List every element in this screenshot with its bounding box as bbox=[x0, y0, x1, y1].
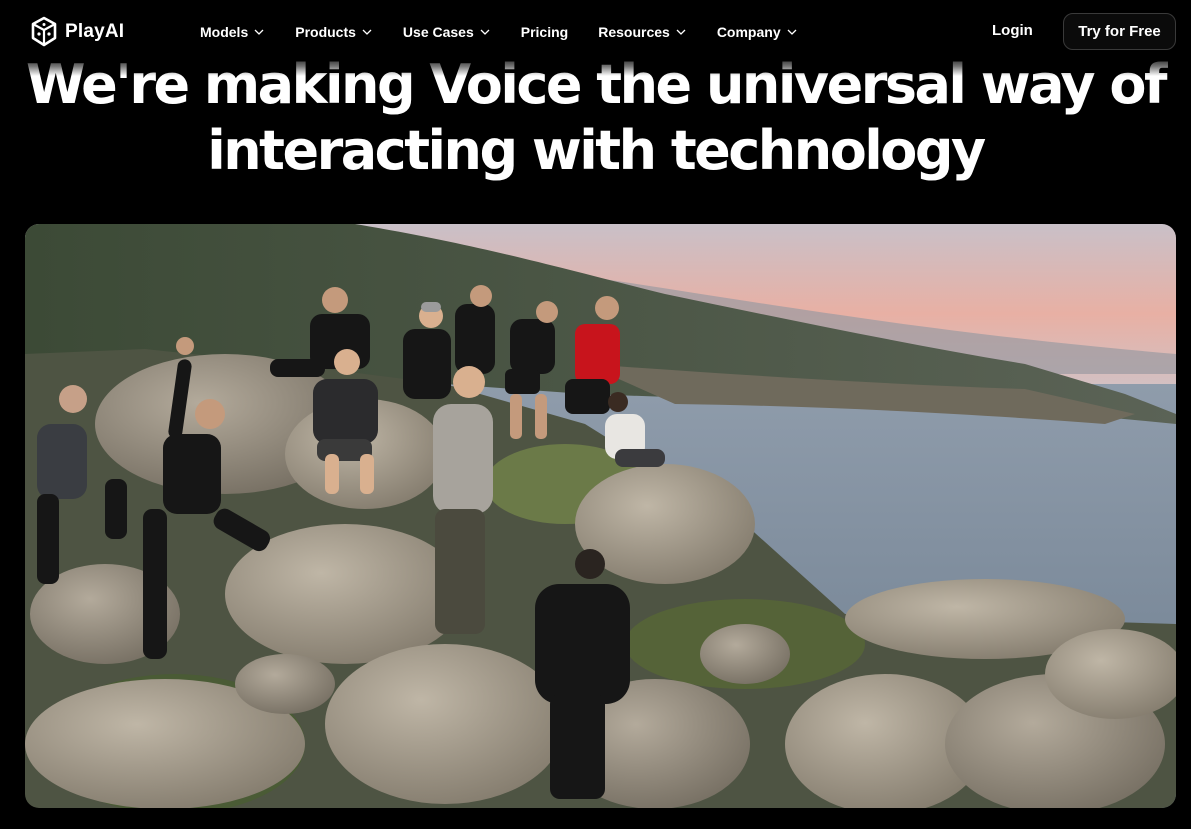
team-photo bbox=[25, 224, 1176, 808]
nav-item-label: Use Cases bbox=[402, 24, 474, 40]
nav-item-label: Pricing bbox=[520, 24, 569, 40]
team-photo-illustration bbox=[25, 224, 1176, 808]
brand-logo[interactable]: PlayAI bbox=[30, 16, 124, 48]
hero-section: We're making Voice the universal way of … bbox=[0, 54, 1191, 190]
nav-item-label: Resources bbox=[598, 24, 670, 40]
nav-item-pricing[interactable]: Pricing bbox=[521, 24, 568, 40]
heading-scroll-fade bbox=[0, 54, 1191, 76]
nav-item-use-cases[interactable]: Use Cases bbox=[403, 24, 491, 40]
try-for-free-button[interactable]: Try for Free bbox=[1063, 13, 1176, 50]
nav-item-label: Models bbox=[200, 24, 249, 40]
chevron-down-icon bbox=[676, 29, 686, 35]
chevron-down-icon bbox=[480, 29, 490, 35]
chevron-down-icon bbox=[787, 29, 797, 35]
nav-item-resources[interactable]: Resources bbox=[598, 24, 687, 40]
brand-name: PlayAI bbox=[65, 21, 125, 42]
login-link[interactable]: Login bbox=[992, 22, 1033, 39]
nav-item-products[interactable]: Products bbox=[295, 24, 373, 40]
nav-item-company[interactable]: Company bbox=[717, 24, 798, 40]
nav-item-label: Company bbox=[716, 24, 781, 40]
chevron-down-icon bbox=[254, 29, 264, 35]
nav-item-label: Products bbox=[295, 24, 356, 40]
cube-logo-icon bbox=[31, 16, 57, 47]
main-nav: Models Products Use Cases Pricing Resour… bbox=[200, 22, 828, 42]
top-navigation-bar: PlayAI Models Products Use Cases Pricing… bbox=[0, 0, 1191, 62]
chevron-down-icon bbox=[362, 29, 372, 35]
hero-heading-line-2: interacting with technology bbox=[207, 119, 986, 182]
nav-item-models[interactable]: Models bbox=[200, 24, 265, 40]
